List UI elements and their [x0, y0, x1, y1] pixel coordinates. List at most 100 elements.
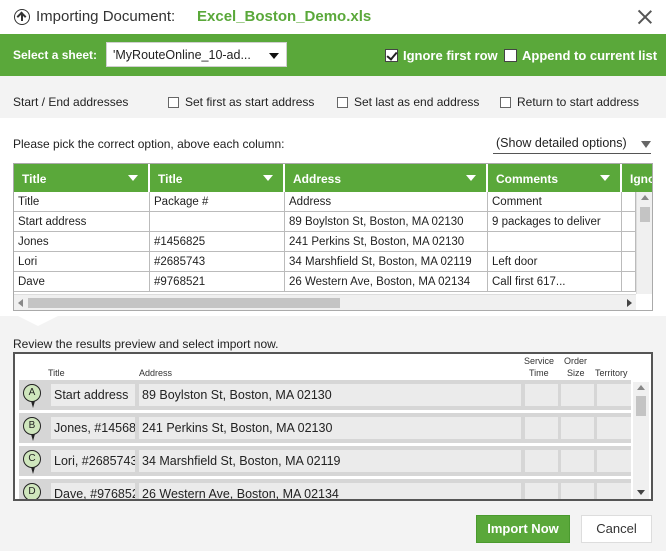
preview-address-cell: 89 Boylston St, Boston, MA 02130	[139, 384, 521, 406]
grid-cell: Left door	[488, 252, 622, 272]
preview-row[interactable]: D Dave, #9768521 26 Western Ave, Boston,…	[19, 479, 631, 499]
column-header-label: Comments	[496, 172, 559, 186]
scroll-left-arrow-icon[interactable]	[18, 299, 23, 307]
results-preview: Title Address Service Time Order Size Te…	[13, 352, 653, 501]
preview-service-cell	[525, 417, 558, 439]
grid-cell: 9 packages to deliver	[488, 212, 622, 232]
set-last-end-checkbox[interactable]: Set last as end address	[337, 95, 479, 109]
grid-cell	[622, 272, 636, 292]
preview-territory-cell	[597, 384, 631, 406]
preview-header-time: Time	[529, 368, 549, 378]
column-header-select[interactable]: Igno	[622, 164, 653, 192]
preview-order-cell	[561, 450, 594, 472]
scroll-right-arrow-icon[interactable]	[627, 299, 632, 307]
preview-territory-cell	[597, 417, 631, 439]
scroll-up-arrow-icon[interactable]	[641, 195, 649, 200]
grid-cell: 89 Boylston St, Boston, MA 02130	[285, 212, 488, 232]
preview-row[interactable]: C Lori, #2685743 34 Marshfield St, Bosto…	[19, 446, 631, 476]
caret-down-icon	[600, 175, 610, 181]
checkbox-unchecked-icon	[168, 96, 179, 108]
caret-down-icon	[641, 141, 651, 148]
ignore-first-row-checkbox[interactable]: Ignore first row	[385, 48, 498, 63]
grid-cell	[150, 212, 285, 232]
preview-order-cell	[561, 417, 594, 439]
return-to-start-checkbox[interactable]: Return to start address	[500, 95, 639, 109]
column-header-label: Title	[158, 172, 183, 186]
preview-order-cell	[561, 384, 594, 406]
preview-service-cell	[525, 384, 558, 406]
return-to-start-label: Return to start address	[517, 95, 640, 109]
scroll-thumb[interactable]	[636, 396, 646, 416]
close-icon[interactable]	[636, 8, 654, 26]
preview-territory-cell	[597, 450, 631, 472]
dialog-filename: Excel_Boston_Demo.xls	[197, 8, 372, 25]
grid-cell: Jones	[14, 232, 150, 252]
grid-cell: Start address	[14, 212, 150, 232]
sheet-select[interactable]: 'MyRouteOnline_10-ad...	[106, 42, 287, 67]
grid-cell: Call first 617...	[488, 272, 622, 292]
preview-header-address: Address	[139, 368, 173, 378]
review-label: Review the results preview and select im…	[13, 337, 279, 351]
sheet-bar: Select a sheet: 'MyRouteOnline_10-ad... …	[0, 34, 666, 76]
preview-title-cell: Jones, #1456825	[51, 417, 135, 439]
grid-cell	[622, 212, 636, 232]
start-end-label: Start / End addresses	[13, 95, 129, 109]
set-first-start-checkbox[interactable]: Set first as start address	[168, 95, 314, 109]
preview-order-cell	[561, 483, 594, 499]
column-header-select[interactable]: Title	[14, 164, 150, 192]
scroll-thumb[interactable]	[640, 207, 650, 222]
checkbox-unchecked-icon	[500, 96, 511, 108]
set-first-start-label: Set first as start address	[185, 95, 315, 109]
append-to-list-label: Append to current list	[522, 48, 658, 63]
column-header-label: Igno	[630, 172, 653, 186]
preview-row[interactable]: A Start address 89 Boylston St, Boston, …	[19, 380, 631, 410]
preview-header-service: Service	[524, 356, 555, 366]
scroll-thumb[interactable]	[28, 298, 340, 308]
grid-cell: Dave	[14, 272, 150, 292]
preview-row[interactable]: B Jones, #1456825 241 Perkins St, Boston…	[19, 413, 631, 443]
scroll-up-arrow-icon[interactable]	[637, 385, 645, 390]
scroll-down-arrow-icon[interactable]	[637, 490, 645, 495]
grid-cell: 241 Perkins St, Boston, MA 02130	[285, 232, 488, 252]
grid-horizontal-scrollbar[interactable]	[14, 294, 636, 310]
column-header-select[interactable]: Comments	[488, 164, 622, 192]
column-header-select[interactable]: Address	[285, 164, 488, 192]
grid-cell: #9768521	[150, 272, 285, 292]
preview-title-cell: Lori, #2685743	[51, 450, 135, 472]
grid-cell	[622, 232, 636, 252]
start-end-options: Start / End addresses Set first as start…	[0, 76, 666, 118]
preview-title-cell: Dave, #9768521	[51, 483, 135, 499]
preview-address-cell: 241 Perkins St, Boston, MA 02130	[139, 417, 521, 439]
marker-pin-icon: B	[23, 417, 41, 441]
preview-address-cell: 26 Western Ave, Boston, MA 02134	[139, 483, 521, 499]
append-to-list-checkbox[interactable]: Append to current list	[504, 48, 657, 63]
detailed-options-select[interactable]: (Show detailed options)	[493, 136, 651, 154]
column-header-select[interactable]: Title	[150, 164, 285, 192]
grid-cell	[622, 252, 636, 272]
caret-down-icon	[466, 175, 476, 181]
preview-service-cell	[525, 483, 558, 499]
preview-vertical-scrollbar[interactable]	[633, 382, 649, 499]
preview-header-territory: Territory	[595, 368, 628, 378]
grid-cell	[622, 192, 636, 212]
grid-cell: Title	[14, 192, 150, 212]
mapping-grid: Title Title Address Comments Igno Title …	[13, 163, 653, 311]
panel-pointer	[18, 316, 58, 326]
grid-cell: #1456825	[150, 232, 285, 252]
preview-service-cell	[525, 450, 558, 472]
preview-header-title: Title	[48, 368, 65, 378]
upload-icon	[14, 9, 30, 25]
column-header-label: Address	[293, 172, 342, 186]
caret-down-icon	[128, 175, 138, 181]
caret-down-icon	[263, 175, 273, 181]
cancel-button[interactable]: Cancel	[581, 515, 652, 543]
import-now-button[interactable]: Import Now	[476, 515, 570, 543]
grid-cell	[488, 232, 622, 252]
preview-header-size: Size	[567, 368, 585, 378]
dialog-title: Importing Document:	[36, 8, 176, 25]
grid-cell: Comment	[488, 192, 622, 212]
checkbox-unchecked-icon	[504, 49, 517, 62]
grid-vertical-scrollbar[interactable]	[636, 192, 652, 294]
grid-cell: Package #	[150, 192, 285, 212]
set-last-end-label: Set last as end address	[354, 95, 480, 109]
